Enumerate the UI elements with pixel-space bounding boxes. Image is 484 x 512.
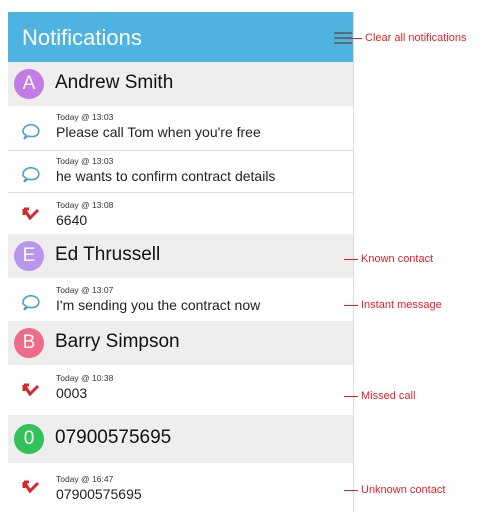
timestamp: Today @ 13:08 (56, 200, 114, 210)
annotation-unknown-contact: Unknown contact (344, 484, 445, 496)
missed-call-icon (22, 383, 40, 397)
page-title: Notifications (22, 25, 142, 50)
avatar: A (14, 69, 44, 99)
instant-message-icon (22, 294, 40, 311)
avatar: B (14, 328, 44, 358)
instant-message-icon (22, 166, 40, 183)
list-item[interactable]: Today @ 10:38 0003 (8, 365, 354, 415)
contact-name: Andrew Smith (55, 72, 174, 93)
annotation-known-contact: Known contact (344, 253, 433, 265)
contact-header-unknown[interactable]: 0 07900575695 (8, 415, 354, 463)
contact-name: 07900575695 (55, 427, 172, 448)
contact-name: Barry Simpson (55, 331, 180, 352)
contact-name: Ed Thrussell (55, 244, 161, 265)
timestamp: Today @ 13:03 (56, 156, 114, 166)
instant-message-icon (22, 123, 40, 140)
message-text: I'm sending you the contract now (56, 297, 261, 313)
message-text: 0003 (56, 385, 88, 401)
timestamp: Today @ 13:07 (56, 285, 114, 295)
list-item[interactable]: Today @ 13:07 I'm sending you the contra… (8, 278, 354, 321)
message-text: he wants to confirm contract details (56, 168, 276, 184)
notifications-panel: Notifications A Andrew Smith Today @ 13:… (8, 12, 354, 512)
message-text: Please call Tom when you're free (56, 124, 261, 140)
timestamp: Today @ 13:03 (56, 112, 114, 122)
avatar: E (14, 241, 44, 271)
header-bar: Notifications (8, 12, 354, 62)
annotation-instant-message: Instant message (344, 299, 442, 311)
message-text: 07900575695 (56, 486, 142, 502)
timestamp: Today @ 10:38 (56, 373, 114, 383)
message-text: 6640 (56, 212, 88, 228)
annotation-missed-call: Missed call (344, 390, 415, 402)
timestamp: Today @ 16:47 (56, 474, 114, 484)
list-item[interactable]: Today @ 13:03 Please call Tom when you'r… (8, 106, 354, 151)
missed-call-icon (22, 480, 40, 494)
list-item[interactable]: Today @ 13:08 6640 (8, 193, 354, 234)
contact-header-andrew-smith[interactable]: A Andrew Smith (8, 62, 354, 106)
contact-header-barry-simpson[interactable]: B Barry Simpson (8, 321, 354, 365)
contact-header-ed-thrussell[interactable]: E Ed Thrussell (8, 234, 354, 278)
missed-call-icon (22, 207, 40, 221)
list-item[interactable]: Today @ 16:47 07900575695 (8, 463, 354, 512)
annotation-clear-all: Clear all notifications (348, 32, 467, 44)
avatar: 0 (14, 424, 44, 454)
list-item[interactable]: Today @ 13:03 he wants to confirm contra… (8, 151, 354, 193)
